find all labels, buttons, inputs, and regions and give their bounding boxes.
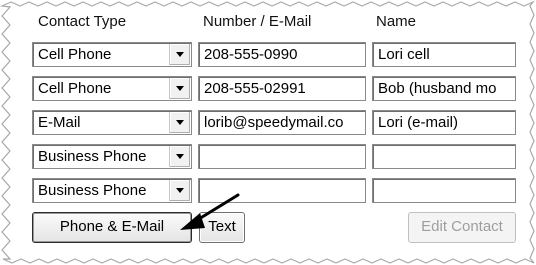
contact-methods-panel: Contact Type Number / E-Mail Name Cell P… [0, 0, 536, 265]
name-field-4[interactable] [372, 144, 516, 169]
number-email-field-2[interactable]: 208-555-02991 [198, 76, 366, 101]
contact-type-select-2[interactable]: Cell Phone [32, 76, 192, 101]
contact-type-value: Cell Phone [38, 46, 112, 63]
number-email-field-3[interactable]: lorib@speedymail.co [198, 110, 366, 135]
contact-type-value: Business Phone [38, 148, 147, 165]
chevron-down-icon[interactable] [169, 112, 190, 133]
name-field-1[interactable]: Lori cell [372, 42, 516, 67]
name-value: Bob (husband mo [378, 80, 497, 97]
header-name: Name [376, 13, 417, 30]
chevron-down-icon[interactable] [169, 180, 190, 201]
name-value: Lori (e-mail) [378, 114, 459, 131]
name-field-2[interactable]: Bob (husband mo [372, 76, 516, 101]
contact-type-value: Cell Phone [38, 80, 112, 97]
number-email-value: 208-555-0990 [204, 46, 298, 63]
edit-contact-button: Edit Contact [408, 212, 516, 243]
name-field-3[interactable]: Lori (e-mail) [372, 110, 516, 135]
number-email-value: 208-555-02991 [204, 80, 306, 97]
name-value: Lori cell [378, 46, 430, 63]
chevron-down-icon[interactable] [169, 78, 190, 99]
contact-type-select-3[interactable]: E-Mail [32, 110, 192, 135]
number-email-field-4[interactable] [198, 144, 366, 169]
contact-type-select-5[interactable]: Business Phone [32, 178, 192, 203]
contact-type-value: Business Phone [38, 182, 147, 199]
chevron-down-icon[interactable] [169, 44, 190, 65]
header-number-email: Number / E-Mail [203, 13, 312, 30]
phone-email-button[interactable]: Phone & E-Mail [32, 212, 192, 243]
name-field-5[interactable] [372, 178, 516, 203]
contact-type-value: E-Mail [38, 114, 81, 131]
text-button[interactable]: Text [199, 212, 245, 243]
chevron-down-icon[interactable] [169, 146, 190, 167]
header-contact-type: Contact Type [38, 13, 127, 30]
number-email-value: lorib@speedymail.co [204, 114, 344, 131]
number-email-field-1[interactable]: 208-555-0990 [198, 42, 366, 67]
contact-type-select-4[interactable]: Business Phone [32, 144, 192, 169]
number-email-field-5[interactable] [198, 178, 366, 203]
contact-type-select-1[interactable]: Cell Phone [32, 42, 192, 67]
